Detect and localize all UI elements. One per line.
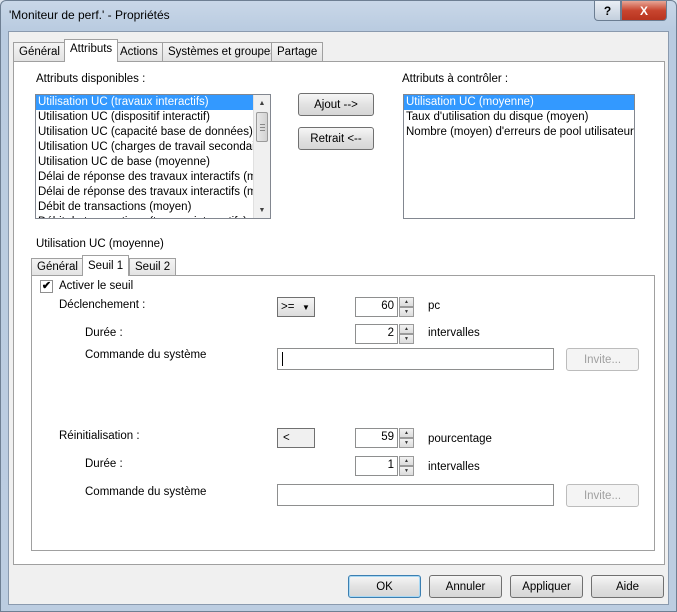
monitored-attributes-label: Attributs à contrôler :: [402, 73, 509, 85]
window-title: 'Moniteur de perf.' - Propriétés: [9, 8, 170, 22]
trigger-value-field[interactable]: 60: [355, 297, 398, 317]
trigger-value-stepper[interactable]: ▲ ▼: [399, 297, 414, 317]
spin-down-icon[interactable]: ▼: [399, 307, 414, 317]
spin-down-icon[interactable]: ▼: [399, 438, 414, 448]
tab-actions[interactable]: Actions: [114, 42, 164, 62]
add-attribute-button[interactable]: Ajout -->: [298, 93, 374, 116]
cancel-button[interactable]: Annuler: [429, 575, 502, 598]
close-icon[interactable]: X: [621, 1, 667, 21]
properties-dialog: 'Moniteur de perf.' - Propriétés ? X Gén…: [0, 0, 677, 612]
title-bar[interactable]: 'Moniteur de perf.' - Propriétés ? X: [1, 1, 676, 31]
spin-down-icon[interactable]: ▼: [399, 466, 414, 476]
reset-prompt-button[interactable]: Invite...: [566, 484, 639, 507]
monitored-attributes-list[interactable]: Utilisation UC (moyenne) Taux d'utilisati…: [403, 94, 635, 219]
enable-threshold-label: Activer le seuil: [59, 280, 134, 292]
list-item[interactable]: Délai de réponse des travaux interactifs…: [36, 170, 270, 185]
list-item[interactable]: Utilisation UC de base (moyenne): [36, 155, 270, 170]
ok-button[interactable]: OK: [348, 575, 421, 598]
tab-systems-groups[interactable]: Systèmes et groupes: [162, 42, 283, 62]
subtab-threshold-2[interactable]: Seuil 2: [129, 258, 177, 276]
trigger-operator-select[interactable]: >= ▼: [277, 297, 315, 317]
list-item[interactable]: Débit de transactions (travaux interacti…: [36, 215, 270, 218]
threshold-panel: ✔ Activer le seuil Déclenchement : >= ▼ …: [31, 275, 655, 551]
reset-label: Réinitialisation :: [59, 430, 140, 442]
reset-command-label: Commande du système: [85, 486, 207, 498]
available-list-scrollbar[interactable]: ▲ ▼: [253, 95, 270, 218]
list-item[interactable]: Taux d'utilisation du disque (moyen): [404, 110, 634, 125]
attributes-panel: Attributs disponibles : Utilisation UC (…: [13, 61, 665, 565]
list-item[interactable]: Utilisation UC (travaux interactifs): [36, 95, 270, 110]
trigger-prompt-button[interactable]: Invite...: [566, 348, 639, 371]
subtab-threshold-1[interactable]: Seuil 1: [82, 255, 130, 276]
available-attributes-label: Attributs disponibles :: [36, 73, 146, 85]
dialog-client-area: Général Attributs Actions Systèmes et gr…: [8, 31, 669, 605]
reset-duration-field[interactable]: 1: [355, 456, 398, 476]
available-attributes-list[interactable]: Utilisation UC (travaux interactifs) Util…: [35, 94, 271, 219]
enable-threshold-checkbox[interactable]: ✔: [40, 280, 53, 293]
remove-attribute-button[interactable]: Retrait <--: [298, 127, 374, 150]
list-item[interactable]: Débit de transactions (moyen): [36, 200, 270, 215]
list-item[interactable]: Utilisation UC (moyenne): [404, 95, 634, 110]
tab-general[interactable]: Général: [13, 42, 66, 62]
spin-up-icon[interactable]: ▲: [399, 428, 414, 438]
trigger-operator-value: >=: [281, 301, 295, 313]
reset-duration-unit-label: intervalles: [428, 461, 480, 473]
help-icon[interactable]: ?: [594, 1, 621, 21]
reset-unit-label: pourcentage: [428, 433, 492, 445]
scroll-thumb[interactable]: [256, 112, 268, 142]
spin-down-icon[interactable]: ▼: [399, 334, 414, 344]
list-item[interactable]: Utilisation UC (capacité base de données…: [36, 125, 270, 140]
list-item[interactable]: Utilisation UC (dispositif interactif): [36, 110, 270, 125]
reset-duration-stepper[interactable]: ▲ ▼: [399, 456, 414, 476]
text-caret: [282, 352, 283, 366]
trigger-command-label: Commande du système: [85, 349, 207, 361]
reset-value-stepper[interactable]: ▲ ▼: [399, 428, 414, 448]
list-item[interactable]: Nombre (moyen) d'erreurs de pool utilisa…: [404, 125, 634, 140]
trigger-duration-field[interactable]: 2: [355, 324, 398, 344]
trigger-duration-unit-label: intervalles: [428, 327, 480, 339]
tab-sharing[interactable]: Partage: [271, 42, 324, 62]
trigger-label: Déclenchement :: [59, 299, 146, 311]
reset-duration-label: Durée :: [85, 458, 123, 470]
list-item[interactable]: Délai de réponse des travaux interactifs…: [36, 185, 270, 200]
reset-command-input[interactable]: [277, 484, 554, 506]
chevron-down-icon: ▼: [302, 302, 310, 312]
spin-up-icon[interactable]: ▲: [399, 297, 414, 307]
trigger-command-input[interactable]: [277, 348, 554, 370]
reset-value-field[interactable]: 59: [355, 428, 398, 448]
selected-attribute-label: Utilisation UC (moyenne): [36, 238, 164, 250]
trigger-unit-label: pc: [428, 300, 441, 312]
spin-up-icon[interactable]: ▲: [399, 324, 414, 334]
scroll-down-icon[interactable]: ▼: [254, 202, 270, 218]
tab-attributes[interactable]: Attributs: [64, 39, 119, 62]
list-item[interactable]: Utilisation UC (charges de travail secon…: [36, 140, 270, 155]
trigger-duration-stepper[interactable]: ▲ ▼: [399, 324, 414, 344]
scroll-up-icon[interactable]: ▲: [254, 95, 270, 111]
reset-operator-select[interactable]: <: [277, 428, 315, 448]
reset-operator-value: <: [283, 432, 290, 444]
trigger-duration-label: Durée :: [85, 327, 123, 339]
apply-button[interactable]: Appliquer: [510, 575, 583, 598]
spin-up-icon[interactable]: ▲: [399, 456, 414, 466]
help-button[interactable]: Aide: [591, 575, 664, 598]
subtab-general[interactable]: Général: [31, 258, 84, 276]
